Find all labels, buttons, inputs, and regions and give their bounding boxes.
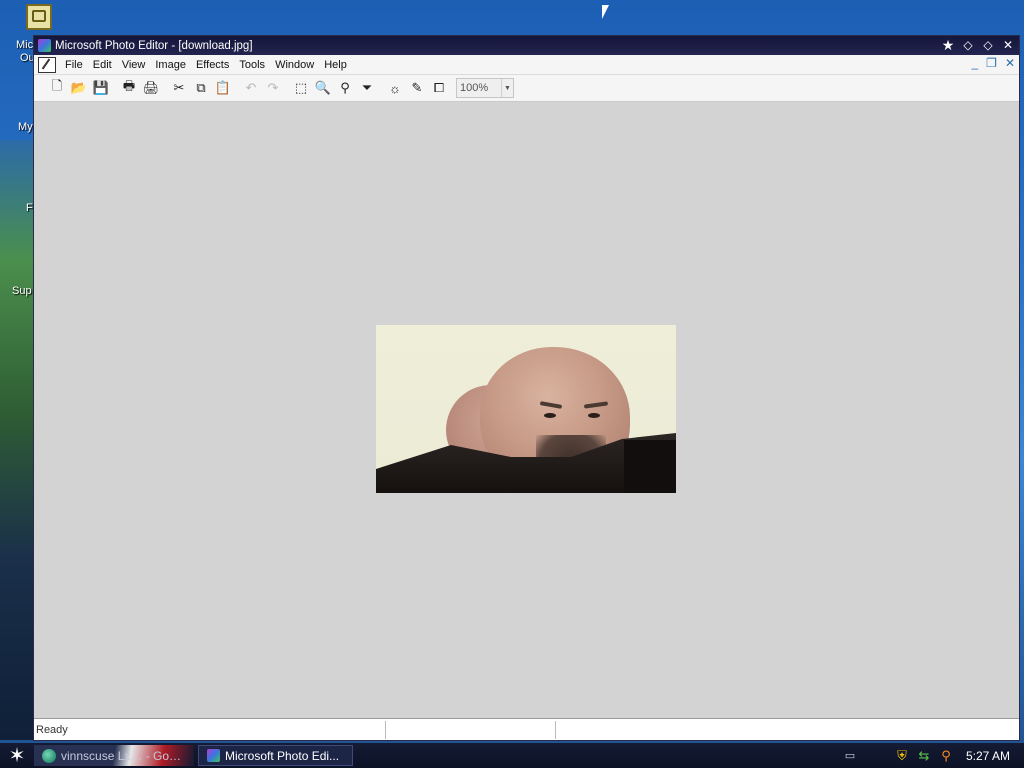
- brightness-button[interactable]: ☼: [384, 77, 406, 99]
- crop-button[interactable]: ⧠: [428, 77, 450, 99]
- desktop-app-icon[interactable]: [26, 4, 52, 30]
- menu-help[interactable]: Help: [319, 59, 352, 71]
- title-bar[interactable]: Microsoft Photo Editor - [download.jpg] …: [34, 36, 1019, 55]
- photo-eye-right: [588, 413, 600, 418]
- taskbar: ✶ vinnscuse Lx… - Go… Microsoft Photo Ed…: [0, 743, 1024, 768]
- menu-tools[interactable]: Tools: [234, 59, 270, 71]
- document-icon[interactable]: [38, 56, 56, 73]
- save-button[interactable]: 💾: [90, 77, 112, 99]
- document-window-controls: _ ❐ ✕: [971, 56, 1015, 70]
- zoom-dropdown[interactable]: 100% ▼: [456, 78, 514, 98]
- desktop-icon-label-5[interactable]: Sup: [12, 285, 32, 297]
- photo-editor-window: Microsoft Photo Editor - [download.jpg] …: [33, 35, 1020, 741]
- mouse-cursor-icon: [602, 5, 609, 19]
- menu-view[interactable]: View: [117, 59, 151, 71]
- taskbar-item-browser[interactable]: vinnscuse Lx… - Go…: [34, 745, 194, 766]
- photo-editor-task-icon: [207, 749, 220, 762]
- doc-minimize-button[interactable]: _: [971, 56, 978, 70]
- cut-button[interactable]: ✂: [168, 77, 190, 99]
- system-tray: ▭ ⛨ ⇆ ⚲ 5:27 AM: [842, 743, 1024, 768]
- stamp-button[interactable]: ⚲: [334, 77, 356, 99]
- keyboard-icon[interactable]: ▭: [842, 748, 858, 764]
- doc-restore-button[interactable]: ❐: [986, 56, 997, 70]
- zoom-value: 100%: [460, 82, 489, 94]
- menu-file[interactable]: File: [60, 59, 88, 71]
- status-pane-2: [386, 720, 556, 739]
- funnel-button[interactable]: ⏷: [356, 77, 378, 99]
- taskbar-item-photo-editor[interactable]: Microsoft Photo Edi...: [198, 745, 353, 766]
- undo-button[interactable]: ↶: [240, 77, 262, 99]
- menu-effects[interactable]: Effects: [191, 59, 234, 71]
- doc-close-button[interactable]: ✕: [1005, 56, 1015, 70]
- window-title: Microsoft Photo Editor - [download.jpg]: [55, 39, 253, 52]
- select-button[interactable]: ⬚: [290, 77, 312, 99]
- status-bar: Ready: [34, 718, 1019, 740]
- chevron-down-icon[interactable]: ▼: [501, 79, 513, 97]
- pen-button[interactable]: ✎: [406, 77, 428, 99]
- clock[interactable]: 5:27 AM: [966, 749, 1010, 763]
- close-button[interactable]: ✕: [1001, 38, 1015, 53]
- menu-bar: File Edit View Image Effects Tools Windo…: [34, 55, 1019, 75]
- toolbar: 🗋 📂 💾 🖶 🖨 ✂ ⧉ 📋 ↶ ↷ ⬚ 🔍 ⚲ ⏷ ☼ ✎ ⧠ 100% ▼: [34, 75, 1019, 102]
- paste-button[interactable]: 📋: [212, 77, 234, 99]
- menu-image[interactable]: Image: [150, 59, 191, 71]
- photo-eye-left: [544, 413, 556, 418]
- new-button[interactable]: 🗋: [46, 77, 68, 99]
- desktop-wallpaper: [0, 140, 36, 740]
- star-icon[interactable]: ★: [941, 38, 955, 53]
- network-icon[interactable]: ⇆: [916, 748, 932, 764]
- taskbar-item-browser-label: vinnscuse Lx… - Go…: [61, 748, 182, 763]
- minimize-button[interactable]: ◇: [961, 38, 975, 53]
- taskbar-item-photo-editor-label: Microsoft Photo Edi...: [225, 748, 340, 763]
- status-pane-3: [556, 721, 656, 739]
- desktop-icon-label-1[interactable]: Mic: [16, 39, 33, 51]
- title-controls: ★ ◇ ◇ ✕: [941, 38, 1015, 53]
- desktop-icon-label-3[interactable]: My: [18, 121, 33, 133]
- open-button[interactable]: 📂: [68, 77, 90, 99]
- print-button[interactable]: 🖶: [118, 77, 140, 99]
- zoom-button[interactable]: 🔍: [312, 77, 334, 99]
- scan-button[interactable]: 🖨: [140, 77, 162, 99]
- search-icon[interactable]: ⚲: [938, 748, 954, 764]
- image-canvas[interactable]: [376, 325, 676, 493]
- redo-button[interactable]: ↷: [262, 77, 284, 99]
- browser-icon: [42, 748, 56, 763]
- copy-button[interactable]: ⧉: [190, 77, 212, 99]
- shield-icon[interactable]: ⛨: [894, 748, 910, 764]
- maximize-button[interactable]: ◇: [981, 38, 995, 53]
- desktop-icon-label-4[interactable]: F: [26, 202, 33, 214]
- image-workspace[interactable]: [34, 103, 1019, 718]
- status-text: Ready: [34, 720, 386, 739]
- start-button[interactable]: ✶: [0, 743, 34, 768]
- photo-editor-app-icon[interactable]: [38, 39, 51, 52]
- menu-edit[interactable]: Edit: [88, 59, 117, 71]
- menu-window[interactable]: Window: [270, 59, 319, 71]
- photo-shadow: [624, 440, 676, 493]
